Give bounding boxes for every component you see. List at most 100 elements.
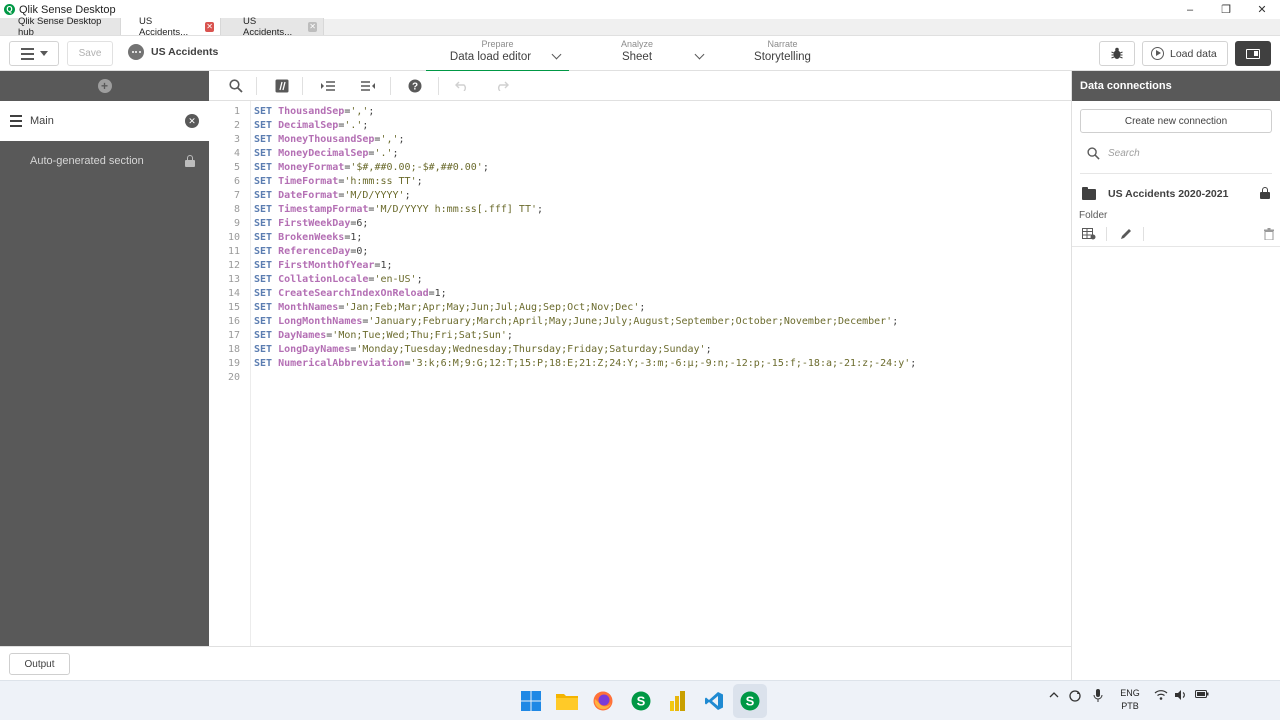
code-line[interactable] <box>254 371 916 385</box>
power-bi-icon[interactable] <box>667 690 689 712</box>
wifi-icon[interactable] <box>1154 689 1168 703</box>
code-line[interactable]: SET MonthNames='Jan;Feb;Mar;Apr;May;Jun;… <box>254 301 916 315</box>
bug-icon <box>1111 47 1123 59</box>
search-icon[interactable] <box>228 78 244 94</box>
delete-section-icon[interactable]: ✕ <box>185 114 199 128</box>
volume-icon[interactable] <box>1174 689 1188 703</box>
nav-prepare-label: Prepare <box>481 39 514 49</box>
code-line[interactable]: SET LongMonthNames='January;February;Mar… <box>254 315 916 329</box>
line-number: 9 <box>233 218 240 229</box>
tab-hub[interactable]: Qlik Sense Desktop hub <box>0 16 121 38</box>
code-line[interactable]: SET NumericalAbbreviation='3:k;6:M;9:G;1… <box>254 357 916 371</box>
panel-icon <box>1246 48 1260 59</box>
outdent-icon[interactable] <box>360 78 376 94</box>
code-line[interactable]: SET ReferenceDay=0; <box>254 245 916 259</box>
code-line[interactable]: SET CreateSearchIndexOnReload=1; <box>254 287 916 301</box>
edit-icon[interactable] <box>1119 227 1133 241</box>
windows-start-icon[interactable] <box>520 690 542 712</box>
file-explorer-icon[interactable] <box>556 690 578 712</box>
variable-value: ',' <box>380 134 399 145</box>
code-line[interactable]: SET LongDayNames='Monday;Tuesday;Wednesd… <box>254 343 916 357</box>
section-auto-generated[interactable]: Auto-generated section <box>0 141 209 181</box>
delete-icon[interactable] <box>1262 227 1276 241</box>
chevron-down-icon[interactable] <box>694 49 705 60</box>
microphone-icon[interactable] <box>1093 689 1103 705</box>
battery-icon[interactable] <box>1195 689 1209 701</box>
script-editor[interactable]: 1 2 3 4 5 6 7 8 9 10 11 12 13 14 15 16 17 18 19 20 SET Thou… <box>209 101 1071 646</box>
language-bottom: PTB <box>1121 701 1139 711</box>
code-line[interactable]: SET DecimalSep='.'; <box>254 119 916 133</box>
help-icon[interactable]: ? <box>407 78 423 94</box>
language-indicator[interactable]: ENG PTB <box>1118 687 1142 713</box>
code-line[interactable]: SET CollationLocale='en-US'; <box>254 273 916 287</box>
select-data-icon[interactable] <box>1082 227 1096 241</box>
tab-close-icon[interactable]: ✕ <box>308 21 317 32</box>
line-number: 20 <box>227 372 240 383</box>
code-line[interactable]: SET DayNames='Mon;Tue;Wed;Thu;Fri;Sat;Su… <box>254 329 916 343</box>
qlik-logo-icon: Q <box>4 4 15 15</box>
tab-close-icon[interactable]: ✕ <box>205 21 214 32</box>
connection-item[interactable]: US Accidents 2020-2021 <box>1072 180 1280 208</box>
tab-us-accidents[interactable]: US Accidents... ✕ <box>221 16 324 38</box>
qlik-sense-desktop-icon[interactable]: S <box>739 690 761 712</box>
maximize-button[interactable]: ❐ <box>1208 0 1244 19</box>
minimize-button[interactable]: – <box>1172 0 1208 19</box>
code-line[interactable]: SET FirstWeekDay=6; <box>254 217 916 231</box>
toggle-panel-button[interactable] <box>1235 41 1271 66</box>
code-line[interactable]: SET TimeFormat='h:mm:ss TT'; <box>254 175 916 189</box>
close-window-button[interactable]: ✕ <box>1244 0 1280 19</box>
undo-icon[interactable] <box>454 78 470 94</box>
section-main[interactable]: Main ✕ <box>0 101 209 141</box>
line-number: 13 <box>227 274 240 285</box>
indent-icon[interactable] <box>320 78 336 94</box>
line-number-gutter: 1 2 3 4 5 6 7 8 9 10 11 12 13 14 15 16 17 18 19 20 <box>209 101 251 646</box>
line-number: 4 <box>233 148 240 159</box>
create-connection-button[interactable]: Create new connection <box>1080 109 1272 133</box>
connection-search[interactable]: Search <box>1072 137 1280 169</box>
drag-handle-icon[interactable] <box>10 115 22 127</box>
code-line[interactable]: SET FirstMonthOfYear=1; <box>254 259 916 273</box>
variable-value: 'M/D/YYYY h:mm:ss[.fff] TT' <box>374 204 537 215</box>
nav-analyze[interactable]: Analyze Sheet <box>605 39 715 71</box>
code-area[interactable]: SET ThousandSep=','; SET DecimalSep='.'; S… <box>254 105 916 385</box>
keyword: SET <box>254 204 273 215</box>
comment-icon[interactable] <box>274 78 290 94</box>
global-menu-button[interactable] <box>9 41 59 66</box>
redo-icon[interactable] <box>494 78 510 94</box>
divider <box>1106 226 1107 241</box>
keyword: SET <box>254 344 273 355</box>
debug-button[interactable] <box>1099 41 1135 66</box>
variable-value: 'Jan;Feb;Mar;Apr;May;Jun;Jul;Aug;Sep;Oct… <box>344 302 640 313</box>
code-line[interactable]: SET DateFormat='M/D/YYYY'; <box>254 189 916 203</box>
code-line[interactable]: SET ThousandSep=','; <box>254 105 916 119</box>
sections-sidebar: + Main ✕ Auto-generated section <box>0 71 209 646</box>
keyword: SET <box>254 330 273 341</box>
nav-prepare[interactable]: Prepare Data load editor <box>426 39 569 72</box>
panel-title: Data connections <box>1072 71 1280 101</box>
app-name[interactable]: US Accidents <box>151 46 218 58</box>
code-line[interactable]: SET MoneyFormat='$#,##0.00;-$#,##0.00'; <box>254 161 916 175</box>
keyword: SET <box>254 232 273 243</box>
code-line[interactable]: SET TimestampFormat='M/D/YYYY h:mm:ss[.f… <box>254 203 916 217</box>
nav-narrate[interactable]: Narrate Storytelling <box>735 39 830 71</box>
sync-icon[interactable] <box>1068 689 1082 705</box>
variable-name: NumericalAbbreviation <box>278 358 405 369</box>
add-section-icon[interactable]: + <box>97 79 112 93</box>
tab-bar: Qlik Sense Desktop hub US Accidents... ✕… <box>0 16 1280 38</box>
code-line[interactable]: SET MoneyDecimalSep='.'; <box>254 147 916 161</box>
output-button[interactable]: Output <box>9 653 70 675</box>
variable-value: '3:k;6:M;9:G;12:T;15:P;18:E;21:Z;24:Y;-3… <box>410 358 911 369</box>
qlik-sense-icon[interactable]: S <box>630 690 652 712</box>
code-line[interactable]: SET MoneyThousandSep=','; <box>254 133 916 147</box>
code-line[interactable]: SET BrokenWeeks=1; <box>254 231 916 245</box>
hamburger-icon <box>20 47 34 60</box>
chevron-down-icon <box>39 51 48 56</box>
save-button[interactable]: Save <box>67 41 113 66</box>
vscode-icon[interactable] <box>703 690 725 712</box>
line-number: 16 <box>227 316 240 327</box>
tab-us-accidents-active[interactable]: US Accidents... ✕ <box>121 16 221 38</box>
firefox-icon[interactable] <box>592 690 614 712</box>
keyword: SET <box>254 190 273 201</box>
load-data-button[interactable]: Load data <box>1142 41 1228 66</box>
tray-overflow-icon[interactable] <box>1048 689 1060 703</box>
